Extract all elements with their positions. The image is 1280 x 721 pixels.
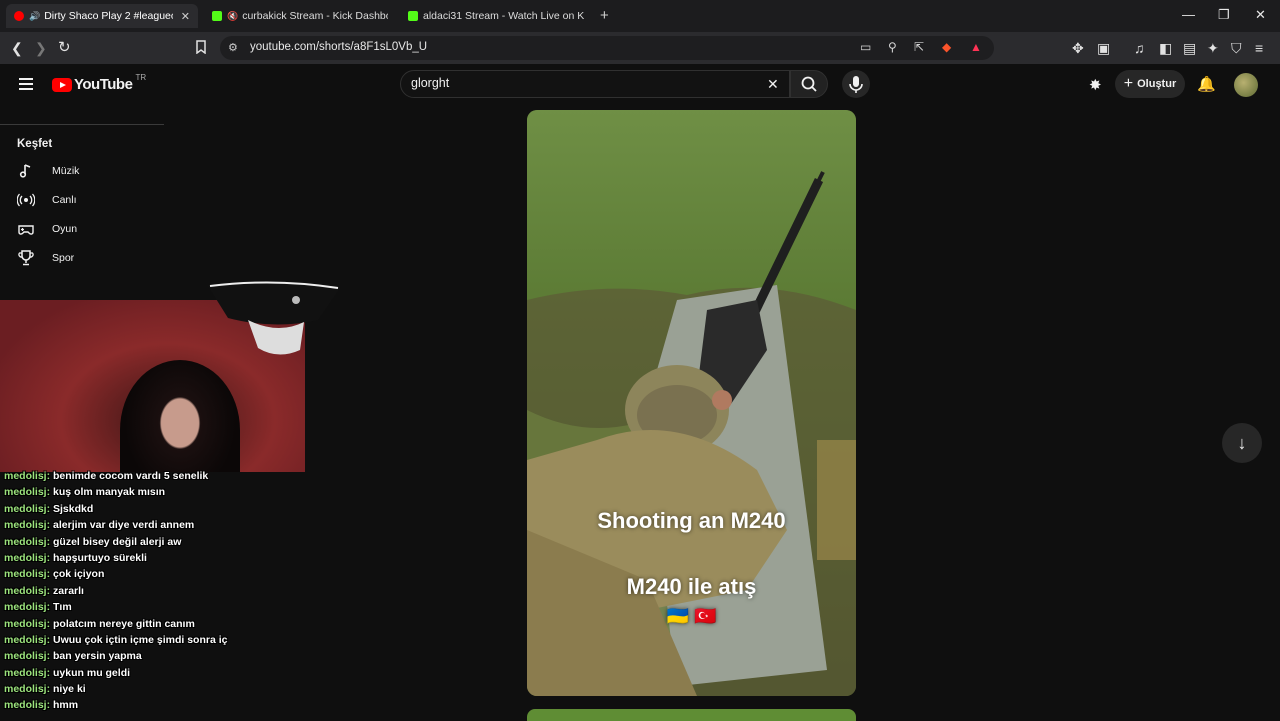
- chat-message: medolisj: ban yersin yapma: [4, 650, 142, 663]
- chat-message: medolisj: niye ki: [4, 683, 86, 696]
- create-button[interactable]: + Oluştur: [1115, 70, 1185, 98]
- logo-text: YouTube: [74, 76, 133, 93]
- chat-message: medolisj: hapşurtuyo sürekli: [4, 551, 147, 564]
- sidebar-item-label: Canlı: [52, 194, 77, 206]
- sidebar-item-label: Spor: [52, 252, 75, 264]
- muted-speaker-icon: 🔇: [227, 10, 239, 21]
- browser-toolbar: ❮ ❯ ↻ ⚙ youtube.com/shorts/a8F1sL0Vb_U ▭…: [0, 32, 1280, 64]
- stream-chat-overlay: medolisj: benimde cocom vardı 5 senelik …: [4, 470, 304, 716]
- notifications-bell-icon[interactable]: 🔔: [1197, 75, 1216, 93]
- chat-message: medolisj: kuş olm manyak mısın: [4, 486, 166, 499]
- chat-message: medolisj: alerjim var diye verdi annem: [4, 519, 195, 532]
- caption-english: Shooting an M240: [597, 508, 786, 533]
- live-icon: [17, 193, 35, 207]
- sidebar-item-gaming[interactable]: Oyun: [0, 217, 166, 243]
- voice-search-button[interactable]: [842, 70, 870, 98]
- search-icon: [801, 76, 817, 92]
- country-code: TR: [135, 73, 147, 82]
- new-tab-button[interactable]: +: [600, 7, 609, 24]
- tab-curbakick[interactable]: 🔇 curbakick Stream - Kick Dashboa: [204, 4, 396, 28]
- chat-message: medolisj: Uwuu çok içtin içme şimdi sonr…: [4, 633, 228, 646]
- tab-title: Dirty Shaco Play 2 #leagueofl: [44, 10, 173, 22]
- create-label: Oluştur: [1137, 78, 1177, 90]
- chat-message: medolisj: benimde cocom vardı 5 senelik: [4, 470, 209, 482]
- streamer-face: [120, 360, 240, 472]
- url-text: youtube.com/shorts/a8F1sL0Vb_U: [250, 41, 428, 53]
- sidebar-section-title: Keşfet: [17, 138, 53, 150]
- sidebar-item-sports[interactable]: Spor: [0, 246, 166, 272]
- caption-turkish: M240 ile atış: [626, 574, 757, 599]
- next-short-preview[interactable]: [527, 709, 856, 721]
- reload-icon[interactable]: ↻: [58, 40, 71, 56]
- address-bar[interactable]: ⚙ youtube.com/shorts/a8F1sL0Vb_U ▭ ⚲ ⇱ ◆…: [220, 36, 994, 60]
- shorts-video-player[interactable]: Shooting an M240 M240 ile atış 🇺🇦 🇹🇷: [527, 110, 856, 696]
- youtube-logo[interactable]: YouTube TR: [52, 73, 147, 93]
- sidebar-item-label: Oyun: [52, 223, 78, 235]
- extensions-icon[interactable]: ✥: [1072, 40, 1084, 56]
- sidebar-item-live[interactable]: Canlı: [0, 188, 166, 214]
- zoom-icon[interactable]: ⚲: [888, 40, 897, 54]
- chat-message: medolisj: çok içiyon: [4, 568, 105, 581]
- flags-caption: 🇺🇦 🇹🇷: [666, 606, 717, 626]
- ai-sparkle-icon[interactable]: ✸: [1089, 76, 1102, 94]
- cap-overlay-image: [208, 281, 340, 355]
- chat-message: medolisj: uykun mu geldi: [4, 666, 131, 679]
- tab-title: aldaci31 Stream - Watch Live on Kick: [423, 10, 584, 22]
- cast-icon[interactable]: ▭: [860, 40, 871, 54]
- sidebar-divider: [0, 124, 164, 125]
- brave-rewards-icon[interactable]: ▲: [970, 40, 982, 54]
- bookmark-icon[interactable]: [195, 40, 207, 57]
- gaming-icon: [18, 225, 34, 235]
- avatar[interactable]: [1234, 73, 1258, 97]
- clear-search-icon[interactable]: ✕: [767, 76, 779, 93]
- forward-icon[interactable]: ❯: [35, 40, 47, 56]
- chat-message: medolisj: Tım: [4, 601, 72, 614]
- menu-icon[interactable]: ≡: [1255, 40, 1263, 56]
- trophy-icon: [18, 250, 34, 266]
- maximize-button[interactable]: ❐: [1218, 7, 1230, 23]
- next-video-button[interactable]: ↓: [1222, 423, 1262, 463]
- search-button[interactable]: [790, 70, 828, 98]
- chat-message: medolisj: hmm: [4, 699, 79, 712]
- tab-youtube[interactable]: 🔊 Dirty Shaco Play 2 #leagueofl ✕: [6, 4, 198, 28]
- plus-icon: +: [1123, 75, 1134, 92]
- wallet-icon[interactable]: ▤: [1183, 40, 1196, 56]
- chat-message: medolisj: zararlı: [4, 584, 84, 597]
- browser-tab-bar: 🔊 Dirty Shaco Play 2 #leagueofl ✕ 🔇 curb…: [0, 0, 1280, 32]
- close-window-button[interactable]: ✕: [1255, 7, 1266, 23]
- youtube-favicon-icon: [14, 11, 24, 21]
- share-icon[interactable]: ⇱: [914, 40, 924, 54]
- music-icon: [19, 164, 31, 178]
- chat-message: medolisj: güzel bisey değil alerji aw: [4, 535, 182, 548]
- youtube-play-icon: [52, 77, 72, 92]
- search-box[interactable]: ✕: [400, 70, 790, 98]
- media-icon[interactable]: ♫: [1134, 40, 1145, 56]
- speaker-icon: 🔊: [29, 10, 41, 21]
- chat-message: medolisj: polatcım nereye gittin canım: [4, 617, 195, 630]
- back-icon[interactable]: ❮: [11, 40, 23, 56]
- kick-favicon-icon: [408, 11, 418, 21]
- hamburger-menu-icon[interactable]: [19, 78, 33, 90]
- vpn-icon[interactable]: ⛉: [1231, 40, 1242, 56]
- youtube-page: YouTube TR ✕ ✸ + Oluştur 🔔 Keşfet Müzik …: [0, 64, 1280, 721]
- leo-ai-icon[interactable]: ✦: [1207, 40, 1219, 56]
- tab-aldaci31[interactable]: aldaci31 Stream - Watch Live on Kick: [400, 4, 592, 28]
- chat-message: medolisj: Sjskdkd: [4, 502, 94, 515]
- sidebar-item-music[interactable]: Müzik: [0, 159, 166, 185]
- search-input[interactable]: [411, 76, 751, 90]
- minimize-button[interactable]: —: [1182, 7, 1195, 22]
- sidebar-item-label: Müzik: [52, 165, 80, 177]
- kick-favicon-icon: [212, 11, 222, 21]
- arrow-down-icon: ↓: [1237, 432, 1247, 453]
- screenshot-icon[interactable]: ▣: [1097, 40, 1110, 56]
- microphone-icon: [849, 76, 863, 93]
- tab-title: curbakick Stream - Kick Dashboa: [242, 10, 388, 22]
- sidebar-icon[interactable]: ◧: [1159, 40, 1172, 56]
- site-info-icon[interactable]: ⚙: [228, 41, 238, 54]
- tab-close-icon[interactable]: ✕: [181, 10, 190, 23]
- brave-shield-icon[interactable]: ◆: [942, 40, 951, 54]
